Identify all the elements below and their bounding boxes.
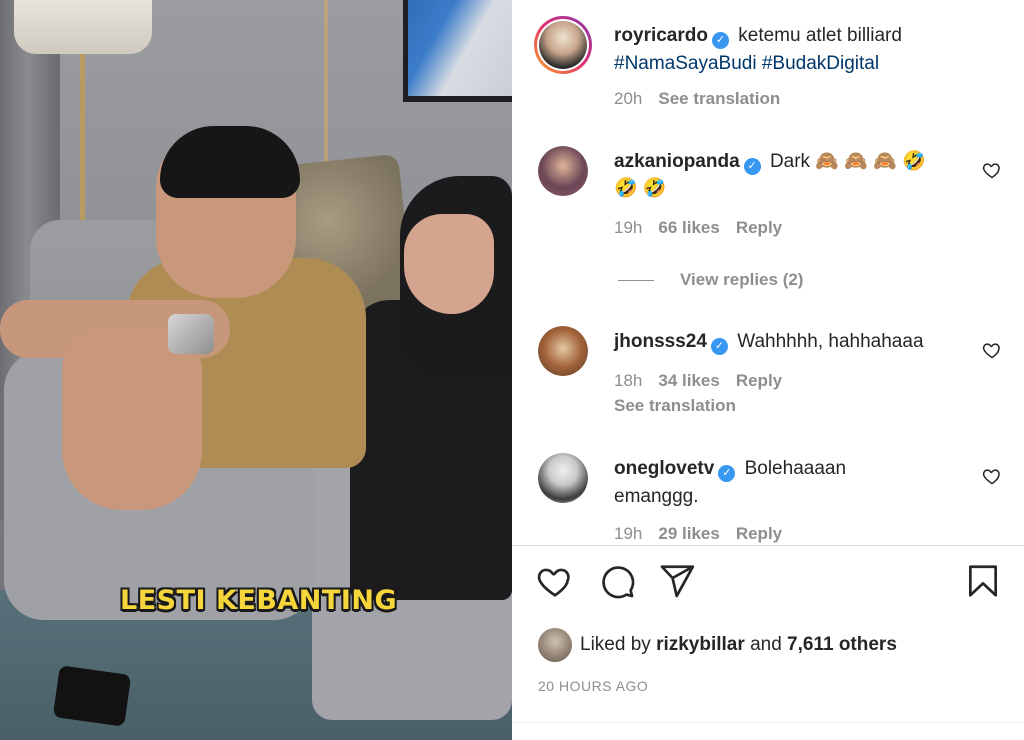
liker-username[interactable]: rizkybillar xyxy=(656,634,745,655)
comment-username[interactable]: jhonsss24 xyxy=(614,331,707,352)
reply-button[interactable]: Reply xyxy=(736,218,782,237)
comment-username[interactable]: azkaniopanda xyxy=(614,151,740,172)
comment-likes[interactable]: 29 likes xyxy=(658,524,719,543)
post-time: 20h xyxy=(614,89,643,108)
verified-icon: ✓ xyxy=(718,465,736,482)
comment-body: Dark 🙈 🙈 🙈 🤣 xyxy=(769,151,926,172)
comment-time: 18h xyxy=(614,371,643,390)
comment-translation: See translation xyxy=(614,396,752,416)
comment-like-heart-icon[interactable] xyxy=(982,466,1002,486)
comment-likes[interactable]: 66 likes xyxy=(658,218,719,237)
caption-hashtags[interactable]: #NamaSayaBudi #BudakDigital xyxy=(614,50,879,77)
caption-meta: 20h See translation xyxy=(614,89,796,109)
comment-meta: 18h 34 likes Reply xyxy=(614,371,798,391)
comment-like-heart-icon[interactable] xyxy=(982,340,1002,360)
likes-text: Liked by rizkybillar and 7,611 others xyxy=(580,634,897,655)
comment-time: 19h xyxy=(614,524,643,543)
post-caption: royricardo ✓ ketemu atlet billiard xyxy=(614,22,902,49)
comment-body-line2: emanggg. xyxy=(614,486,699,507)
wristwatch xyxy=(168,314,214,354)
likes-others-link[interactable]: 7,611 others xyxy=(787,634,897,655)
man-hair xyxy=(160,126,300,198)
verified-icon: ✓ xyxy=(711,32,729,49)
comment-like-heart-icon[interactable] xyxy=(982,160,1002,180)
see-translation-link[interactable]: See translation xyxy=(658,89,780,108)
comments-panel: royricardo ✓ ketemu atlet billiard #NamaS… xyxy=(512,0,1024,740)
man-hand xyxy=(62,330,202,510)
see-translation-link[interactable]: See translation xyxy=(614,396,736,415)
comment-avatar[interactable] xyxy=(538,326,588,376)
liker-avatar[interactable] xyxy=(538,628,572,662)
comment-time: 19h xyxy=(614,218,643,237)
view-replies-button[interactable]: View replies (2) xyxy=(618,270,803,290)
caption-text: ketemu atlet billiard xyxy=(738,25,902,46)
reply-button[interactable]: Reply xyxy=(736,524,782,543)
comment-body-line2: 🤣 🤣 xyxy=(614,178,667,199)
comment-username[interactable]: oneglovetv xyxy=(614,458,714,479)
post-media[interactable]: LESTI KEBANTING xyxy=(0,0,512,740)
wall-painting xyxy=(408,0,512,96)
phone-on-floor xyxy=(52,665,132,727)
comment-avatar[interactable] xyxy=(538,453,588,503)
comment-text: oneglovetv ✓ Bolehaaaan xyxy=(614,455,846,482)
post-action-bar xyxy=(512,562,1024,606)
floor-lamp-pole xyxy=(324,0,328,180)
video-caption-overlay: LESTI KEBANTING xyxy=(120,585,398,616)
share-icon[interactable] xyxy=(658,562,698,602)
bookmark-icon[interactable] xyxy=(964,562,1004,602)
comment-meta: 19h 29 likes Reply xyxy=(614,524,798,544)
bottom-divider xyxy=(512,722,1024,723)
comment-body: Bolehaaaan xyxy=(744,458,847,479)
reply-thread-line xyxy=(618,280,654,282)
comment-meta: 19h 66 likes Reply xyxy=(614,218,798,238)
comment-text: jhonsss24 ✓ Wahhhhh, hahhahaaa xyxy=(614,328,924,355)
author-username[interactable]: royricardo xyxy=(614,25,708,46)
lamp-shade xyxy=(14,0,152,54)
comment-text: azkaniopanda ✓ Dark 🙈 🙈 🙈 🤣 xyxy=(614,148,926,175)
author-avatar[interactable] xyxy=(534,16,592,74)
woman-face xyxy=(404,214,494,314)
heart-icon[interactable] xyxy=(536,562,576,602)
comment-icon[interactable] xyxy=(598,562,638,602)
post-timestamp[interactable]: 20 HOURS AGO xyxy=(538,678,648,694)
comment-avatar[interactable] xyxy=(538,146,588,196)
reply-button[interactable]: Reply xyxy=(736,371,782,390)
comment-body: Wahhhhh, hahhahaaa xyxy=(737,331,924,352)
section-divider xyxy=(512,545,1024,546)
verified-icon: ✓ xyxy=(743,158,761,175)
verified-icon: ✓ xyxy=(710,338,728,355)
comments-scroll-area[interactable]: royricardo ✓ ketemu atlet billiard #NamaS… xyxy=(512,0,1024,545)
comment-likes[interactable]: 34 likes xyxy=(658,371,719,390)
